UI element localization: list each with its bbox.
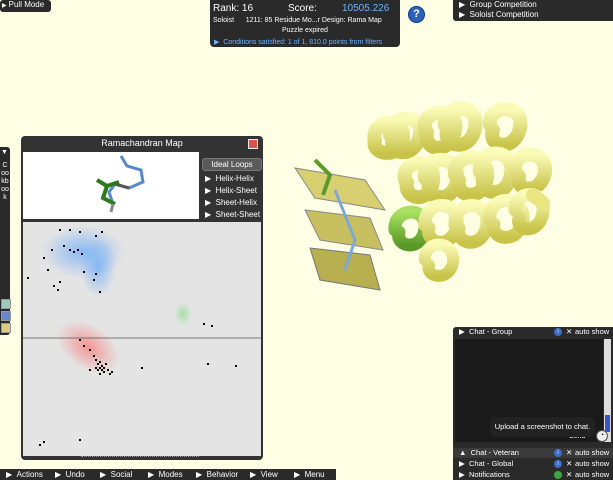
menu-label: Menu — [304, 470, 325, 479]
cookbook-label: Cookbook — [1, 162, 9, 201]
loop-list: ▶ Helix-Helix ▶ Helix-Sheet ▶ Sheet-Heli… — [205, 173, 260, 221]
competition-panel: ▶ Group Competition ▶ Soloist Competitio… — [453, 0, 613, 21]
loop-item-label: Sheet-Helix — [215, 198, 257, 207]
close-icon[interactable]: ✕ — [566, 448, 572, 458]
loop-item-sheet-helix[interactable]: ▶ Sheet-Helix — [205, 197, 260, 209]
loop-item-label: Helix-Sheet — [215, 186, 257, 195]
close-icon[interactable]: ✕ — [566, 459, 572, 469]
menu-actions[interactable]: ▶ Actions — [6, 469, 43, 480]
chat-panel: ▶ Chat - Group i ✕ auto show Send ◔ ▲ Ch… — [453, 327, 613, 480]
bottom-menu-bar: ▶ Actions ▶ Undo ▶ Social ▶ Modes ▶ Beha… — [0, 469, 336, 480]
rama-plot[interactable] — [23, 222, 261, 456]
menu-behavior[interactable]: ▶ Behavior — [196, 469, 238, 480]
alpha-helices — [367, 101, 552, 282]
chat-global-header[interactable]: ▶ Chat - Global i ✕ auto show — [453, 459, 613, 469]
score-label: Score: — [288, 3, 317, 14]
loop-item-helix-sheet[interactable]: ▶ Helix-Sheet — [205, 185, 260, 197]
chat-group-header[interactable]: ▶ Chat - Group i ✕ auto show — [453, 327, 613, 337]
chat-global-text: Chat - Global — [468, 459, 514, 468]
menu-label: Modes — [158, 470, 183, 479]
screenshot-tooltip: Upload a screenshot to chat. — [490, 417, 595, 437]
menu-label: View — [260, 470, 278, 479]
pull-mode-label: Pull Mode — [8, 0, 45, 9]
menu-social[interactable]: ▶ Social — [100, 469, 132, 480]
chat-group-text: Chat - Group — [468, 327, 513, 336]
info-icon[interactable]: i — [554, 328, 562, 336]
notifications-text: Notifications — [468, 470, 510, 479]
menu-menu[interactable]: ▶ Menu — [294, 469, 325, 480]
player-type: Soloist — [213, 17, 235, 24]
loop-item-helix-helix[interactable]: ▶ Helix-Helix — [205, 173, 260, 185]
help-icon[interactable]: ? — [408, 6, 425, 23]
menu-label: Behavior — [206, 470, 239, 479]
recipe-icon[interactable] — [1, 299, 11, 309]
puzzle-info: Soloist 1211: 85 Residue Mo...r Design: … — [213, 17, 382, 24]
chat-veteran-header[interactable]: ▲ Chat - Veteran i ✕ auto show — [453, 448, 613, 458]
recipe-icon[interactable] — [1, 311, 11, 321]
close-icon[interactable] — [248, 139, 258, 149]
menu-label: Undo — [65, 470, 85, 479]
rama-title: Ramachandran Map — [101, 138, 183, 148]
chat-veteran-text: Chat - Veteran — [470, 448, 519, 457]
scrollbar-thumb[interactable] — [605, 415, 610, 432]
menu-undo[interactable]: ▶ Undo — [55, 469, 85, 480]
auto-show-label[interactable]: auto show — [575, 448, 609, 458]
rank-label: Rank: 16 — [213, 3, 254, 14]
notifications-header[interactable]: ▶ Notifications ✕ auto show — [453, 470, 613, 480]
notifications-label: ▶ Notifications — [459, 470, 510, 479]
triangle-icon: ▶ — [2, 3, 7, 9]
soloist-competition-label: Soloist Competition — [469, 10, 539, 19]
residue-preview — [23, 152, 199, 219]
close-icon[interactable]: ✕ — [566, 327, 572, 337]
puzzle-name: 1211: 85 Residue Mo...r Design: Rama Map — [245, 17, 382, 24]
resize-handle[interactable] — [81, 456, 199, 459]
soloist-competition-item[interactable]: ▶ Soloist Competition — [453, 10, 613, 20]
info-icon[interactable]: i — [554, 449, 562, 457]
group-competition-label: Group Competition — [469, 0, 537, 9]
loop-item-label: Sheet-Sheet — [215, 210, 261, 219]
notification-status-icon[interactable] — [554, 471, 562, 479]
chat-veteran-label: ▲ Chat - Veteran — [459, 448, 519, 457]
conditions-text: Conditions satisfied: 1 of 1, 810.0 poin… — [223, 39, 383, 46]
auto-show-label[interactable]: auto show — [575, 459, 609, 469]
score-panel: Rank: 16 Score: 10505.226 Soloist 1211: … — [210, 0, 400, 47]
pull-mode-button[interactable]: ▶ Pull Mode — [0, 0, 51, 12]
auto-show-label[interactable]: auto show — [575, 470, 609, 480]
info-icon[interactable]: i — [554, 460, 562, 468]
chat-scrollbar[interactable] — [604, 339, 611, 442]
screenshot-upload-icon[interactable]: ◔ — [596, 430, 608, 442]
chat-group-label: ▶ Chat - Group — [459, 327, 513, 336]
group-competition-item[interactable]: ▶ Group Competition — [453, 0, 613, 10]
chat-global-label: ▶ Chat - Global — [459, 459, 514, 468]
score-value: 10505.226 — [342, 3, 390, 14]
loop-item-sheet-sheet[interactable]: ▶ Sheet-Sheet — [205, 209, 260, 221]
cookbook-tab[interactable]: ▼ Cookbook — [0, 147, 11, 335]
residue-structure-image — [95, 155, 145, 213]
auto-show-label[interactable]: auto show — [575, 327, 609, 337]
menu-label: Actions — [16, 470, 43, 479]
triangle-down-icon: ▼ — [1, 149, 8, 156]
protein-3d-view[interactable] — [275, 100, 575, 300]
rama-plot-canvas — [23, 226, 261, 446]
menu-modes[interactable]: ▶ Modes — [148, 469, 183, 480]
ideal-loops-button[interactable]: Ideal Loops — [202, 158, 262, 171]
recipe-icon[interactable] — [1, 323, 11, 333]
conditions-toggle[interactable]: ▶ Conditions satisfied: 1 of 1, 810.0 po… — [214, 38, 382, 46]
close-icon[interactable]: ✕ — [566, 470, 572, 480]
ramachandran-panel: Ramachandran Map Ideal Loops ▶ Helix-Hel… — [21, 136, 263, 460]
loop-item-label: Helix-Helix — [215, 174, 254, 183]
beta-sheet — [293, 158, 387, 291]
menu-label: Social — [110, 470, 133, 479]
puzzle-status: Puzzle expired — [282, 27, 328, 34]
menu-view[interactable]: ▶ View — [250, 469, 278, 480]
